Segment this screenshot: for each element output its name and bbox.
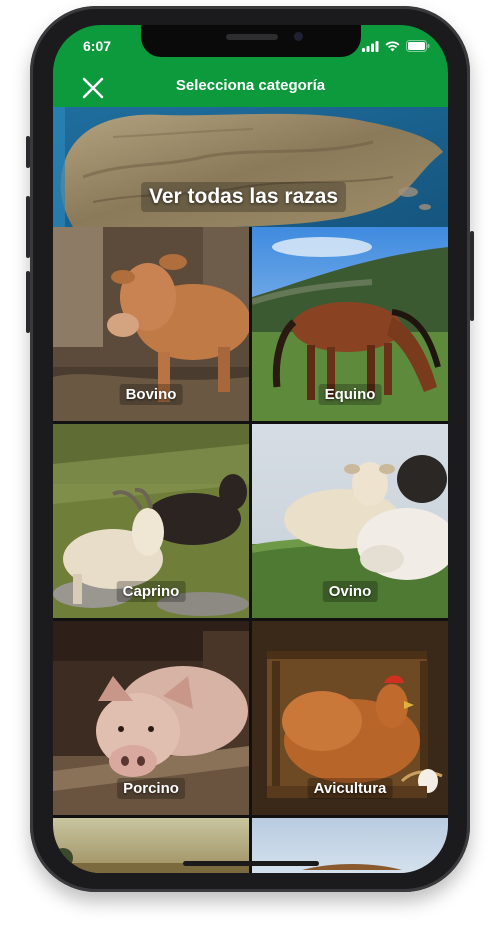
volume-up-button: [26, 196, 30, 258]
status-icons: [362, 40, 430, 52]
category-tile-caprino[interactable]: Caprino: [53, 424, 249, 618]
volume-down-button: [26, 271, 30, 333]
battery-icon: [406, 40, 430, 52]
power-button: [470, 231, 474, 321]
page-title: Selecciona categoría: [175, 77, 326, 94]
category-label: Bovino: [119, 384, 183, 405]
home-indicator[interactable]: [183, 861, 319, 866]
wifi-icon: [385, 40, 400, 51]
category-label: Equino: [318, 384, 382, 405]
category-tile-avicultura[interactable]: Avicultura: [252, 621, 448, 815]
category-label: Porcino: [117, 778, 185, 799]
category-tile-porcino[interactable]: Porcino: [53, 621, 249, 815]
app-header: 6:07 Selecciona categoría: [53, 25, 448, 107]
speaker-grille: [226, 34, 278, 40]
category-tile-ovino[interactable]: Ovino: [252, 424, 448, 618]
category-label: Caprino: [116, 581, 186, 602]
all-breeds-banner[interactable]: Ver todas las razas: [53, 107, 448, 227]
signal-icon: [362, 40, 379, 52]
mute-switch: [26, 136, 30, 168]
category-tile-bovino[interactable]: Bovino: [53, 227, 249, 421]
category-tile-equino[interactable]: Equino: [252, 227, 448, 421]
app-screen: 6:07 Selecciona categoría Ver todas las …: [53, 25, 448, 873]
category-label: Ovino: [322, 581, 378, 602]
status-time: 6:07: [83, 38, 112, 54]
category-label: Avicultura: [307, 778, 393, 799]
notch: [141, 25, 361, 57]
front-camera: [294, 32, 303, 41]
all-breeds-label: Ver todas las razas: [141, 182, 347, 212]
